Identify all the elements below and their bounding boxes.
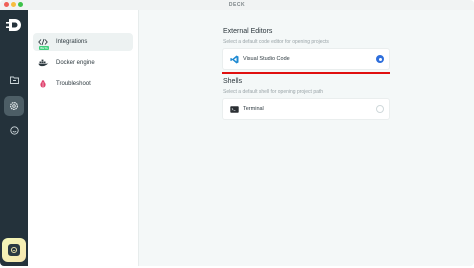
nav-item-label: Integrations [56,39,88,45]
smile-icon [9,125,19,135]
bug-icon [37,78,49,90]
rail-settings-button[interactable] [4,96,24,116]
nav-item-docker-engine[interactable]: Docker engine [33,54,133,72]
shells-description: Select a default shell for opening proje… [223,89,324,95]
nav-item-integrations[interactable]: BETA Integrations [33,33,133,51]
editor-radio-selected[interactable] [376,55,384,63]
shells-title: Shells [223,78,243,85]
settings-nav: BETA Integrations Docker engine Troubles… [28,10,139,266]
docker-icon [37,57,49,69]
vscode-icon [229,54,239,64]
user-icon [8,244,20,256]
shell-radio-unselected[interactable] [376,105,384,113]
shell-option-label: Terminal [243,106,264,112]
nav-item-troubleshoot[interactable]: Troubleshoot [33,75,133,93]
terminal-icon [229,104,239,114]
shell-option-terminal[interactable]: Terminal [222,98,390,120]
external-editors-description: Select a default code editor for opening… [223,39,329,45]
icon-rail [0,10,28,266]
logo-icon[interactable] [4,15,23,34]
title-bar: DECK [0,0,474,10]
window-title: DECK [228,2,246,8]
nav-item-label: Troubleshoot [56,81,91,87]
gear-icon [9,101,19,111]
minimize-window-button[interactable] [11,2,16,7]
maximize-window-button[interactable] [18,2,23,7]
account-button[interactable] [2,238,26,262]
external-editors-title: External Editors [223,28,273,35]
app-window: DECK BETA Integrations Docker engine Tro… [0,0,474,266]
rail-folder-button[interactable] [4,70,24,90]
beta-badge: BETA [39,46,49,50]
settings-content: External Editors Select a default code e… [140,10,474,266]
editor-option-label: Visual Studio Code [243,56,290,62]
highlight-underline [222,72,390,74]
nav-item-label: Docker engine [56,60,95,66]
editor-option-vscode[interactable]: Visual Studio Code [222,48,390,70]
close-window-button[interactable] [4,2,9,7]
rail-feedback-button[interactable] [4,120,24,140]
folder-icon [9,76,19,84]
